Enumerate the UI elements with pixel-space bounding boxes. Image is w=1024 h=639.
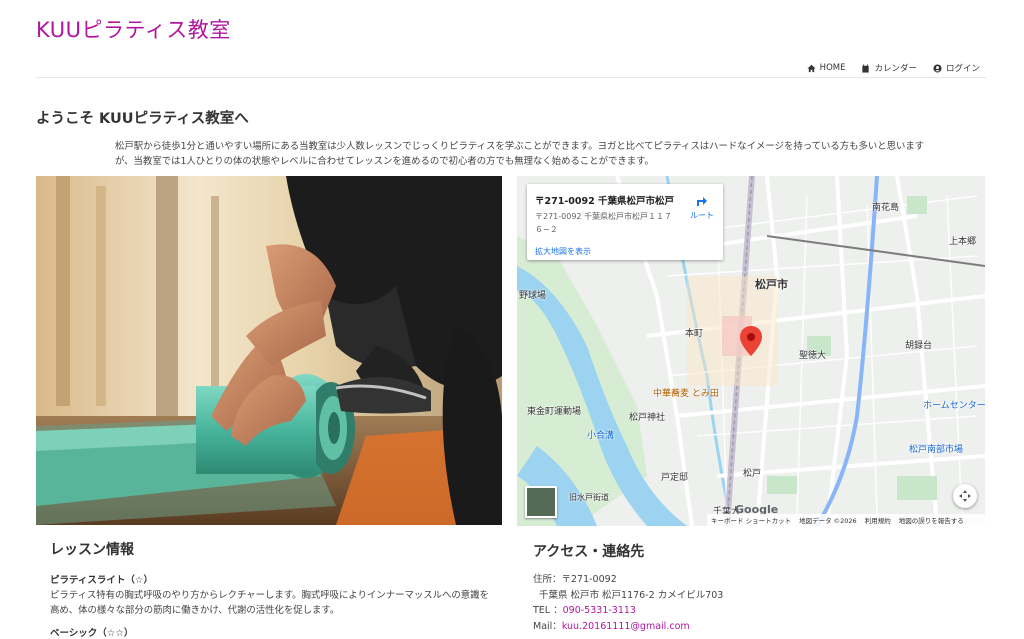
site-title[interactable]: KUUピラティス教室 xyxy=(36,14,231,44)
map-footer: キーボード ショートカット 地図データ ©2026 利用規約 地図の誤りを報告す… xyxy=(707,514,985,526)
lesson-item-desc: ピラティス特有の胸式呼吸のやり方からレクチャーします。胸式呼吸によりインナーマッ… xyxy=(50,590,489,616)
map-label-matsudo: 松戸 xyxy=(743,469,762,479)
map-label-tokagawa-sports[interactable]: 東金町運動場 xyxy=(527,404,581,417)
intro-text: 松戸駅から徒歩1分と通いやすい場所にある当教室は少人数レッスンでじっくりピラティ… xyxy=(115,141,925,167)
nav-home-label: HOME xyxy=(819,63,846,73)
keyboard-shortcuts-link[interactable]: キーボード ショートカット xyxy=(711,515,791,525)
map-label-restaurant[interactable]: 中華蕎麦 とみ田 xyxy=(653,386,719,399)
header-divider xyxy=(36,77,986,78)
access-heading: アクセス・連絡先 xyxy=(533,544,645,560)
map-label-seitokudai: 聖徳大 xyxy=(799,351,827,361)
map-card-title: 〒271-0092 千葉県松戸市松戸... xyxy=(535,196,675,207)
nav-home[interactable]: HOME xyxy=(807,63,846,73)
mail-link[interactable]: kuu.20161111@gmail.com xyxy=(562,621,690,632)
mail-label: Mail： xyxy=(533,620,562,632)
directions-icon xyxy=(697,197,707,206)
report-error-link[interactable]: 地図の誤りを報告する xyxy=(899,515,964,525)
nav-login[interactable]: ログイン xyxy=(933,62,980,74)
nav-calendar-label: カレンダー xyxy=(874,64,917,74)
home-icon xyxy=(807,64,816,72)
mail-row: Mail：kuu.20161111@gmail.com xyxy=(533,619,723,635)
map-label-minami-hanashima: 南花島 xyxy=(872,203,900,213)
street-address: 千葉県 松戸市 松戸1176-2 カメイビル703 xyxy=(539,589,724,601)
contact-info: 住所：〒271-0092 千葉県 松戸市 松戸1176-2 カメイビル703 T… xyxy=(533,572,723,634)
welcome-heading: ようこそ KUUピラティス教室へ xyxy=(36,111,249,127)
lesson-heading: レッスン情報 xyxy=(50,542,134,558)
map-label-matsudo-shrine[interactable]: 松戸神社 xyxy=(629,410,665,423)
map-label-tojobu[interactable]: 戸定邸 xyxy=(661,470,688,483)
tel-row: TEL ：090-5331-3113 xyxy=(533,603,723,619)
tel-label: TEL ： xyxy=(533,605,563,616)
lesson-item-title: ピラティスライト（☆） xyxy=(50,575,153,586)
route-button[interactable]: ルート xyxy=(685,194,719,221)
map-label-koiwa: 小合溝 xyxy=(587,431,615,441)
location-pin-icon[interactable] xyxy=(740,326,762,356)
map-label-home-center[interactable]: ホームセンター xyxy=(923,398,985,411)
postal-code: 住所：〒271-0092 xyxy=(533,574,617,585)
map-label-kurokudai: 胡録台 xyxy=(905,341,933,351)
hero-image xyxy=(36,176,502,525)
terms-link[interactable]: 利用規約 xyxy=(865,515,891,525)
google-map[interactable]: 松戸市 南花島 上本郷 本町 聖徳大 胡録台 中華蕎麦 とみ田 松戸神社 東金町… xyxy=(517,176,985,526)
map-label-honmachi: 本町 xyxy=(685,329,704,339)
map-label-matsudo-city: 松戸市 xyxy=(755,278,788,291)
enlarge-map-link[interactable]: 拡大地図を表示 xyxy=(535,246,591,257)
lesson-item-title: ベーシック（☆☆） xyxy=(50,628,134,639)
map-label-mitomo-road: 旧水戸街道 xyxy=(569,493,609,502)
route-label: ルート xyxy=(690,211,714,220)
map-info-card: 〒271-0092 千葉県松戸市松戸... 〒271-0092 千葉県松戸市松戸… xyxy=(527,184,723,260)
nav-calendar[interactable]: カレンダー xyxy=(861,62,917,74)
map-label-baseball: 野球場 xyxy=(519,291,547,301)
fullscreen-button[interactable] xyxy=(953,484,977,508)
calendar-icon xyxy=(862,63,870,73)
map-label-kamihongo: 上本郷 xyxy=(949,237,977,247)
tel-link[interactable]: 090-5331-3113 xyxy=(563,605,636,616)
yoga-mat-photo xyxy=(36,176,502,525)
map-data-credit: 地図データ ©2026 xyxy=(799,517,857,525)
top-nav: HOME カレンダー ログイン xyxy=(807,62,980,74)
map-card-address: 〒271-0092 千葉県松戸市松戸１１７６−２ xyxy=(535,212,673,234)
nav-login-label: ログイン xyxy=(945,64,980,74)
map-label-south-market[interactable]: 松戸南部市場 xyxy=(909,442,963,455)
user-icon xyxy=(933,63,942,73)
expand-icon xyxy=(959,490,971,502)
satellite-toggle[interactable] xyxy=(525,486,557,518)
